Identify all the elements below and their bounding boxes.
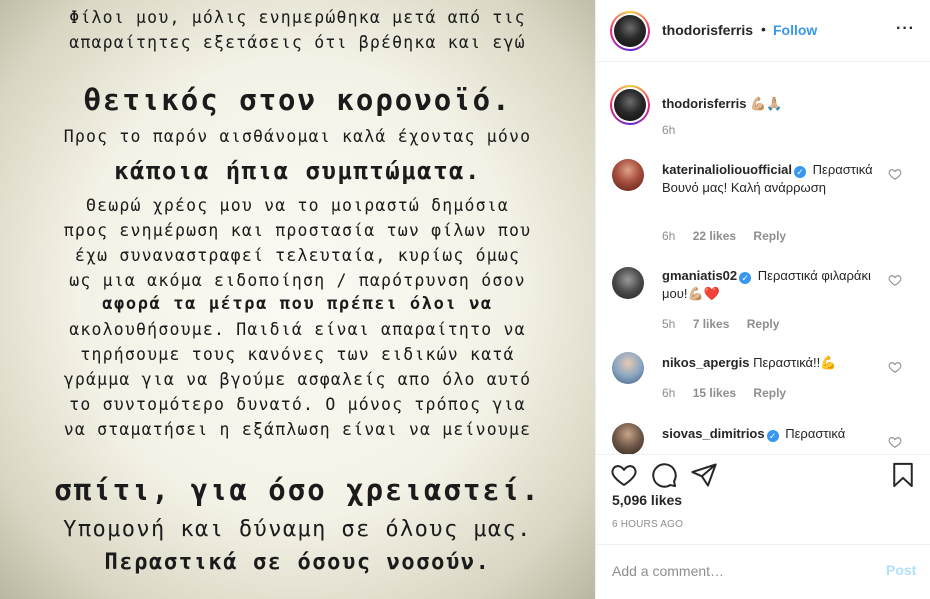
action-bar: 5,096 likes 6 HOURS AGO — [596, 454, 930, 544]
post-text-line: κάποια ήπια συμπτώματα. — [114, 157, 481, 185]
follow-button[interactable]: Follow — [773, 22, 817, 38]
comment-likes[interactable]: 7 likes — [693, 317, 730, 331]
caption-time: 6h — [662, 123, 676, 137]
post-text-line: τηρήσουμε τους κανόνες των ειδικών κατά — [80, 345, 515, 364]
avatar[interactable] — [612, 423, 644, 454]
post-text-line: Προς το παρόν αισθάνομαι καλά έχοντας μό… — [63, 127, 532, 146]
post-text-line: ακολουθήσουμε. Παιδιά είναι απαραίτητο ν… — [69, 320, 526, 339]
caption-username[interactable]: thodorisferris — [662, 96, 747, 111]
add-comment-bar: Post — [596, 544, 930, 599]
verified-badge-icon: ✓ — [794, 166, 807, 178]
comment-likes[interactable]: 22 likes — [693, 229, 736, 243]
comments-list[interactable]: thodorisferris 💪🏼🙏🏼 6h katerinalioliouof… — [596, 63, 930, 454]
avatar[interactable] — [612, 159, 644, 191]
avatar[interactable] — [610, 11, 650, 51]
comment-time: 6h — [662, 386, 676, 400]
avatar[interactable] — [612, 267, 644, 299]
heart-icon[interactable] — [888, 360, 902, 374]
comment-time: 5h — [662, 317, 676, 331]
comment-username[interactable]: siovas_dimitrios — [662, 426, 765, 441]
heart-icon[interactable] — [888, 435, 902, 449]
likes-count[interactable]: 5,096 likes — [612, 492, 682, 508]
comment-username[interactable]: nikos_apergis — [662, 355, 749, 370]
post-side-panel: thodorisferris • Follow ··· thodorisferr… — [595, 0, 930, 599]
reply-button[interactable]: Reply — [747, 317, 780, 331]
post-text-line: να σταματήσει η εξάπλωση είναι να μείνου… — [63, 420, 532, 439]
caption-text: 💪🏼🙏🏼 — [750, 96, 783, 111]
comment-username[interactable]: katerinalioliouofficial — [662, 162, 792, 177]
heart-icon[interactable] — [610, 461, 638, 489]
comment-icon[interactable] — [650, 461, 678, 489]
post-text-line: το συντομότερο δυνατό. Ο μόνος τρόπος γι… — [69, 395, 526, 414]
post-text-line: έχω συναναστραφεί τελευταία, κυρίως όμως — [74, 246, 521, 265]
post-text-line: σπίτι, για όσο χρειαστεί. — [54, 473, 541, 507]
post-button[interactable]: Post — [886, 562, 916, 578]
verified-badge-icon: ✓ — [766, 430, 779, 442]
post-timestamp: 6 HOURS AGO — [612, 519, 684, 530]
share-icon[interactable] — [690, 461, 718, 489]
more-options-icon[interactable]: ··· — [896, 20, 915, 38]
post-text-line: Φίλοι μου, μόλις ενημερώθηκα μετά από τι… — [69, 8, 526, 27]
post-header: thodorisferris • Follow ··· — [596, 0, 930, 62]
comment-text: Περαστικά!!💪 — [753, 355, 837, 370]
post-text-line: Θεωρώ χρέος μου να το μοιραστώ δημόσια — [85, 196, 510, 215]
post-text-line: θετικός στον κορονοϊό. — [83, 83, 512, 117]
post-text-line: ως μια ακόμα ειδοποίηση / παρότρυνση όσο… — [69, 271, 526, 290]
heart-icon[interactable] — [888, 273, 902, 287]
verified-badge-icon: ✓ — [739, 272, 752, 284]
post-text-line: γράμμα για να βγούμε ασφαλείς απο όλο αυ… — [63, 370, 532, 389]
post-text-line: αφορά τα μέτρα που πρέπει όλοι να — [102, 294, 493, 314]
separator-dot: • — [761, 21, 766, 37]
avatar[interactable] — [610, 85, 650, 125]
heart-icon[interactable] — [888, 167, 902, 181]
comment-text: Περαστικά — [785, 426, 846, 441]
comment-input[interactable] — [612, 559, 862, 583]
reply-button[interactable]: Reply — [753, 229, 786, 243]
post-text-line: Υπομονή και δύναμη σε όλους μας. — [63, 517, 532, 542]
avatar[interactable] — [612, 352, 644, 384]
author-username[interactable]: thodorisferris — [662, 22, 753, 38]
comment-time: 6h — [662, 229, 676, 243]
comment-likes[interactable]: 15 likes — [693, 386, 736, 400]
bookmark-icon[interactable] — [889, 461, 917, 489]
post-text-line: απαραίτητες εξετάσεις ότι βρέθηκα και εγ… — [69, 33, 526, 52]
comment-username[interactable]: gmaniatis02 — [662, 268, 737, 283]
post-image[interactable]: Φίλοι μου, μόλις ενημερώθηκα μετά από τι… — [0, 0, 595, 599]
post-text-line: Περαστικά σε όσους νοσούν. — [104, 550, 491, 575]
post-text-line: προς ενημέρωση και προστασία των φίλων π… — [63, 221, 532, 240]
reply-button[interactable]: Reply — [753, 386, 786, 400]
